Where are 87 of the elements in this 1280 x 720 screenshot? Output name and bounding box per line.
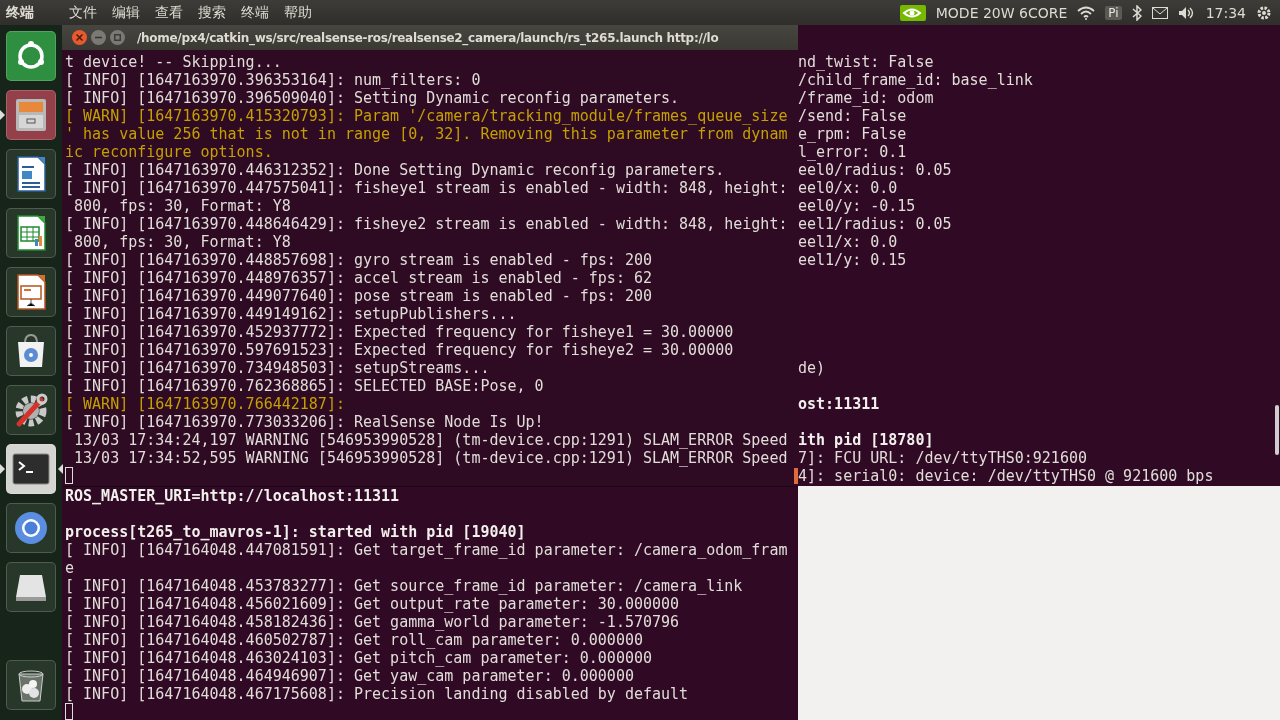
terminal-line: 4]: serial0: device: /dev/ttyTHS0 @ 921600 bps <box>798 467 1214 485</box>
close-icon <box>76 34 83 41</box>
menu-item[interactable]: 搜索 <box>197 3 227 22</box>
terminal-line: [ INFO] [1647163970.448646429]: fisheye2 stream is enabled - width: 848, height: <box>65 215 788 233</box>
wifi-icon[interactable] <box>1077 5 1096 20</box>
terminal-line: /send: False <box>798 107 907 125</box>
terminal-line: 13/03 17:34:24,197 WARNING [546953990528] (tm-device.cpp:1291) SLAM_ERROR Speed <box>73 431 788 449</box>
dock-item[interactable] <box>6 385 56 435</box>
power-mode-label[interactable]: MODE 20W 6CORE <box>935 4 1068 21</box>
terminal-line: 800, fps: 30, Format: Y8 <box>73 233 291 251</box>
terminal-line: [ INFO] [1647163970.449077640]: pose stream is enabled - fps: 200 <box>65 287 652 305</box>
warning-line: ' has value 256 that is not in range [0, 32]. Removing this parameter from dynam <box>65 125 788 143</box>
terminal-line: [ INFO] [1647163970.597691523]: Expected frequency for fisheye2 = 30.00000 <box>65 341 734 359</box>
terminal-line: [ INFO] [1647163970.762368865]: SELECTED BASE:Pose, 0 <box>65 377 544 395</box>
terminal-line: e_rpm: False <box>798 125 907 143</box>
dock-item[interactable] <box>6 503 56 553</box>
terminal-line: eel0/x: 0.0 <box>798 179 898 197</box>
menu-item[interactable]: 编辑 <box>111 3 141 22</box>
terminal-line: eel1/y: 0.15 <box>798 251 907 269</box>
terminal-line: [ INFO] [1647164048.447081591]: Get target_frame_id parameter: /camera_odom_fram <box>65 541 788 559</box>
warning-line: [ WARN] [1647163970.766442187]: <box>65 395 345 413</box>
menu-item[interactable]: 查看 <box>154 3 184 22</box>
terminal-line: eel0/radius: 0.05 <box>798 161 952 179</box>
dock-item[interactable] <box>6 326 56 376</box>
menu-item[interactable]: 文件 <box>68 3 98 22</box>
terminal-line: de) <box>798 359 826 377</box>
terminal-line: 800, fps: 30, Format: Y8 <box>73 197 291 215</box>
terminal-line: [ INFO] [1647163970.449149162]: setupPublishers... <box>65 305 517 323</box>
dock-item[interactable] <box>6 267 56 317</box>
terminal-line: [ INFO] [1647163970.396509040]: Setting Dynamic reconfig parameters. <box>65 89 680 107</box>
terminal-line: process[t265_to_mavros-1]: started with pid [19040] <box>65 523 526 541</box>
terminal-line: [ INFO] [1647163970.447575041]: fisheye1 stream is enabled - width: 848, height: <box>65 179 788 197</box>
terminal-line: [ INFO] [1647164048.460502787]: Get roll_cam parameter: 0.000000 <box>65 631 643 649</box>
warning-line: ic reconfigure options. <box>65 143 273 161</box>
terminal-line: [ INFO] [1647163970.396353164]: num_filters: 0 <box>65 71 481 89</box>
terminal-line: [ INFO] [1647164048.453783277]: Get source_frame_id parameter: /camera_link <box>65 577 743 595</box>
warning-line: [ WARN] [1647163970.415320793]: Param '/camera/tracking_module/frames_queue_size <box>65 107 788 125</box>
text-cursor <box>794 468 798 484</box>
terminal-line: e <box>65 559 75 577</box>
terminal-line: [ INFO] [1647163970.734948503]: setupStreams... <box>65 359 490 377</box>
terminal-line: [ INFO] [1647163970.773033206]: RealSense Node Is Up! <box>65 413 544 431</box>
dock-item[interactable] <box>6 208 56 258</box>
window-title: /home/px4/catkin_ws/src/realsense-ros/realsense2_camera/launch/rs_t265.launch http://lo <box>137 30 719 45</box>
terminal-line: [ INFO] [1647164048.463024103]: Get pitch_cam parameter: 0.000000 <box>65 649 652 667</box>
scrollbar-thumb[interactable] <box>1275 405 1279 455</box>
terminal-line: nd_twist: False <box>798 53 934 71</box>
terminal-line: t device! -- Skipping... <box>65 53 282 71</box>
terminal-line: /child_frame_id: base_link <box>798 71 1033 89</box>
terminal-line: [ INFO] [1647163970.448976357]: accel stream is enabled - fps: 62 <box>65 269 652 287</box>
clock[interactable]: 17:34 <box>1205 4 1246 21</box>
minimize-button[interactable] <box>91 30 106 45</box>
input-method-indicator[interactable]: Pi <box>1105 5 1122 20</box>
terminal-line: [ INFO] [1647164048.456021609]: Get output_rate parameter: 30.000000 <box>65 595 680 613</box>
mail-icon[interactable] <box>1151 6 1168 19</box>
text-cursor <box>65 703 73 720</box>
terminal-line: eel1/x: 0.0 <box>798 233 898 251</box>
dock-item[interactable] <box>6 444 56 494</box>
dock-item[interactable] <box>6 149 56 199</box>
terminal-line: [ INFO] [1647163970.448857698]: gyro stream is enabled - fps: 200 <box>65 251 652 269</box>
close-button[interactable] <box>72 30 87 45</box>
gear-icon[interactable] <box>1256 4 1272 21</box>
maximize-icon <box>114 34 121 41</box>
terminal-line: ith pid [18780] <box>798 431 934 449</box>
terminal-line: l_error: 0.1 <box>798 143 907 161</box>
terminal-line: eel1/radius: 0.05 <box>798 215 952 233</box>
dock-item[interactable] <box>6 562 56 612</box>
minimize-icon <box>95 34 102 41</box>
terminal-line: ROS_MASTER_URI=http://localhost:11311 <box>65 487 400 505</box>
terminal-line: 13/03 17:34:52,595 WARNING [546953990528] (tm-device.cpp:1291) SLAM_ERROR Speed <box>73 449 788 467</box>
terminal-line: eel0/y: -0.15 <box>798 197 916 215</box>
terminal-line: /frame_id: odom <box>798 89 934 107</box>
bluetooth-icon[interactable] <box>1131 4 1142 21</box>
terminal-line: [ INFO] [1647164048.467175608]: Precision landing disabled by default <box>65 685 689 703</box>
terminal-line: 7]: FCU URL: /dev/ttyTHS0:921600 <box>798 449 1087 467</box>
app-name: 终端 <box>6 3 35 22</box>
dock-item[interactable] <box>6 660 56 710</box>
maximize-button[interactable] <box>110 30 125 45</box>
text-cursor <box>65 467 73 484</box>
terminal-line: [ INFO] [1647164048.464946907]: Get yaw_cam parameter: 0.000000 <box>65 667 634 685</box>
terminal-line: [ INFO] [1647163970.452937772]: Expected frequency for fisheye1 = 30.00000 <box>65 323 734 341</box>
terminal-line: ost:11311 <box>798 395 880 413</box>
menu-item[interactable]: 终端 <box>240 3 270 22</box>
menu-item[interactable]: 帮助 <box>283 3 313 22</box>
terminal-line: [ INFO] [1647163970.446312352]: Done Setting Dynamic reconfig parameters. <box>65 161 725 179</box>
volume-icon[interactable] <box>1177 5 1196 20</box>
terminal-line: [ INFO] [1647164048.458182436]: Get gamma_world parameter: -1.570796 <box>65 613 680 631</box>
eye-logo-icon[interactable] <box>899 4 926 21</box>
